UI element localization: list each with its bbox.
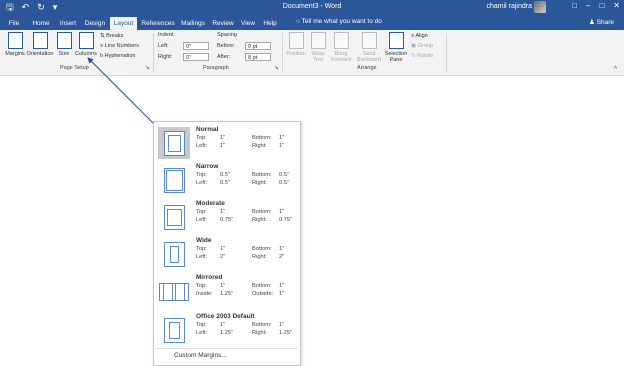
wrap-text-icon [310,32,326,49]
margin-option-name: Wide [196,237,212,244]
tab-insert[interactable]: Insert [57,17,79,30]
menu-divider [156,348,298,349]
indent-label: Indent [158,32,174,38]
spacing-before-label: Before: [217,43,235,49]
margin-narrow-icon [164,168,185,193]
orientation-button[interactable]: Orientation [26,32,54,57]
margin-option-name: Narrow [196,163,219,170]
rotate-button[interactable]: ↻ Rotate [411,53,433,59]
margin-option-name: Moderate [196,200,225,207]
position-icon [288,32,304,49]
indent-right-label: Right: [158,54,173,60]
page-setup-group-label: Page Setup [60,65,89,71]
send-backward-button[interactable]: Send Backward [355,32,383,63]
size-icon [56,32,72,49]
collapse-ribbon-icon[interactable]: ˄ [614,65,617,71]
custom-margins-item[interactable]: Custom Margins... [174,352,227,359]
paragraph-launcher-icon[interactable]: ↘ [274,65,279,71]
margins-icon [7,32,23,49]
divider [282,33,283,72]
tab-mailings[interactable]: Mailings [179,17,207,30]
tab-view[interactable]: View [239,17,257,30]
breaks-button[interactable]: ⇅ Breaks [100,33,123,39]
wrap-text-button[interactable]: Wrap Text [308,32,328,63]
ribbon-tabs: File Home Insert Design Layout Reference… [0,15,624,30]
indent-left-label: Left: [158,43,169,49]
share-icon: ♟ [589,19,595,26]
margin-normal-icon [164,131,185,156]
margins-button[interactable]: Margins [4,32,26,57]
user-name[interactable]: chamil rajindra [486,3,532,10]
margin-moderate-icon [164,205,185,230]
margins-dropdown: Normal Top: 1" Bottom: 1" Left: 1" Right… [153,121,301,366]
columns-icon [78,32,94,49]
divider [446,33,447,72]
ribbon: Margins Orientation Size Columns ⇅ Break… [0,30,624,76]
margin-option-normal[interactable]: Normal Top: 1" Bottom: 1" Left: 1" Right… [155,124,299,161]
group-icon: ▣ [411,43,417,49]
page-setup-launcher-icon[interactable]: ↘ [145,65,150,71]
tab-references[interactable]: References [141,17,175,30]
tab-help[interactable]: Help [261,17,279,30]
position-button[interactable]: Position [285,32,307,57]
spacing-before-input[interactable]: 0 pt [245,42,271,50]
bring-forward-button[interactable]: Bring Forward [329,32,353,63]
margin-option-office-2003-default[interactable]: Office 2003 Default Top: 1" Bottom: 1" L… [155,311,299,348]
tab-design[interactable]: Design [83,17,107,30]
breaks-icon: ⇅ [100,33,105,39]
margin-option-name: Mirrored [196,274,223,281]
align-button[interactable]: ≡ Align [411,33,428,39]
bring-forward-icon [333,32,349,49]
margin-wide-icon [164,242,185,267]
tab-review[interactable]: Review [211,17,235,30]
selection-pane-button[interactable]: Selection Pane [384,32,408,63]
group-button[interactable]: ▣ Group [411,43,433,49]
tab-layout[interactable]: Layout [110,17,137,30]
tab-file[interactable]: File [4,17,24,30]
columns-button[interactable]: Columns [74,32,98,57]
avatar[interactable] [534,1,546,13]
divider [153,33,154,72]
document-page[interactable] [0,76,624,365]
tab-home[interactable]: Home [29,17,53,30]
margin-mirrored-icon [159,283,189,301]
hyphenation-icon: b [100,53,104,59]
close-icon[interactable]: ✕ [613,1,620,10]
spacing-after-input[interactable]: 8 pt [245,53,271,61]
spacing-label: Spacing [217,32,237,38]
line-numbers-icon: ≡ [100,43,104,49]
share-button[interactable]: ♟ Share [589,18,614,26]
margin-option-wide[interactable]: Wide Top: 1" Bottom: 1" Left: 2" Right: … [155,235,299,272]
align-icon: ≡ [411,33,415,39]
indent-right-input[interactable]: 0" [183,53,209,61]
margin-option-narrow[interactable]: Narrow Top: 0.5" Bottom: 0.5" Left: 0.5"… [155,161,299,198]
maximize-icon[interactable]: □ [599,1,604,10]
hyphenation-button[interactable]: b Hyphenation [100,53,135,59]
rotate-icon: ↻ [411,53,416,59]
window-controls: □ – □ ✕ [572,1,620,10]
indent-left-input[interactable]: 0" [183,42,209,50]
margin-option-mirrored[interactable]: Mirrored Top: 1" Bottom: 1" Inside: 1.25… [155,272,299,309]
tell-me-search[interactable]: ○ Tell me what you want to do [296,18,382,25]
minimize-icon[interactable]: – [586,1,590,10]
title-bar: 🖫 ↶ ↻ ▾ Document3 - Word chamil rajindra… [0,0,624,15]
paragraph-group-label: Paragraph [203,65,229,71]
margin-option-name: Office 2003 Default [196,313,255,320]
send-backward-icon [361,32,377,49]
selection-pane-icon [388,32,404,49]
lightbulb-icon: ○ [296,18,300,25]
orientation-icon [32,32,48,49]
line-numbers-button[interactable]: ≡ Line Numbers [100,43,139,49]
margin-office-2003-icon [164,318,185,343]
spacing-after-label: After: [217,54,231,60]
margin-option-name: Normal [196,126,219,133]
arrange-group-label: Arrange [357,65,377,71]
size-button[interactable]: Size [56,32,72,57]
ribbon-display-icon[interactable]: □ [572,1,577,10]
margin-option-moderate[interactable]: Moderate Top: 1" Bottom: 1" Left: 0.75" … [155,198,299,235]
